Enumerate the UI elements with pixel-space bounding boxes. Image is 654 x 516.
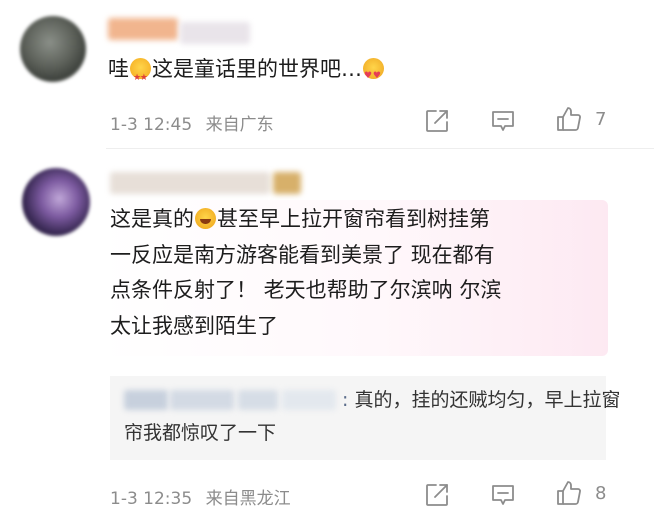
comment-text: 哇这是童话里的世界吧… (108, 52, 385, 96)
comment-text-start: 哇 (108, 57, 129, 81)
user-badge (273, 172, 301, 194)
share-button[interactable] (424, 108, 450, 134)
username-redacted[interactable] (110, 172, 270, 194)
comment-line: 一反应是南方游客能看到美景了 现在都有 (110, 242, 495, 267)
share-button[interactable] (424, 482, 450, 508)
comment-line: 点条件反射了！ 老天也帮助了尔滨呐 尔滨 (110, 278, 502, 302)
comment-meta: 1-3 12:45 来自广东 (110, 110, 274, 135)
comment-bubble: 这是真的 甚至早上拉开窗帘看到树挂第 一反应是南方游客能看到美景了 现在都有 点条… (100, 200, 608, 356)
reply-button[interactable] (490, 108, 516, 134)
laughing-emoji-icon (195, 208, 216, 229)
like-button[interactable]: 7 (555, 106, 606, 132)
reply-line: 帘我都惊叹了一下 (124, 422, 277, 444)
share-icon (426, 110, 448, 132)
heart-eyes-emoji-icon (363, 58, 384, 94)
comment-icon (492, 485, 514, 505)
reply-text: : 真的，挂的还贼均匀，早上拉窗 帘我都惊叹了一下 (124, 384, 620, 450)
comment-text-start: 这是真的 (110, 207, 194, 231)
timestamp: 1-3 12:45 (110, 115, 193, 135)
comment-line: 这是真的 甚至早上拉开窗帘看到树挂第 (110, 202, 604, 238)
comment-text-end: 这是童话里的世界吧… (152, 57, 362, 81)
share-icon (426, 484, 448, 506)
comment-icon (492, 111, 514, 131)
comment-meta: 1-3 12:35 来自黑龙江 (110, 484, 291, 509)
avatar[interactable] (22, 168, 90, 236)
reply-line: : 真的，挂的还贼均匀，早上拉窗 (124, 384, 620, 417)
comment-text: 这是真的 甚至早上拉开窗帘看到树挂第 一反应是南方游客能看到美景了 现在都有 点条… (110, 202, 604, 344)
comment-text-cont: 甚至早上拉开窗帘看到树挂第 (217, 207, 490, 231)
comment-divider (106, 148, 654, 149)
location: 来自黑龙江 (205, 489, 291, 509)
location: 来自广东 (205, 115, 274, 135)
star-eyes-emoji-icon (130, 58, 151, 96)
username-redacted[interactable] (108, 18, 178, 40)
like-count: 8 (595, 482, 607, 504)
reply-text-start: 真的，挂的还贼均匀，早上拉窗 (348, 389, 621, 411)
reply-preview[interactable]: : 真的，挂的还贼均匀，早上拉窗 帘我都惊叹了一下 (110, 376, 620, 460)
like-button[interactable]: 8 (555, 480, 606, 506)
comment-line: 太让我感到陌生了 (110, 313, 278, 338)
avatar[interactable] (20, 16, 86, 82)
timestamp: 1-3 12:35 (110, 489, 193, 509)
username-redacted-part (180, 22, 250, 44)
thumbs-up-icon (557, 481, 581, 505)
reply-button[interactable] (490, 482, 516, 508)
like-count: 7 (595, 108, 607, 130)
thumbs-up-icon (557, 107, 581, 131)
